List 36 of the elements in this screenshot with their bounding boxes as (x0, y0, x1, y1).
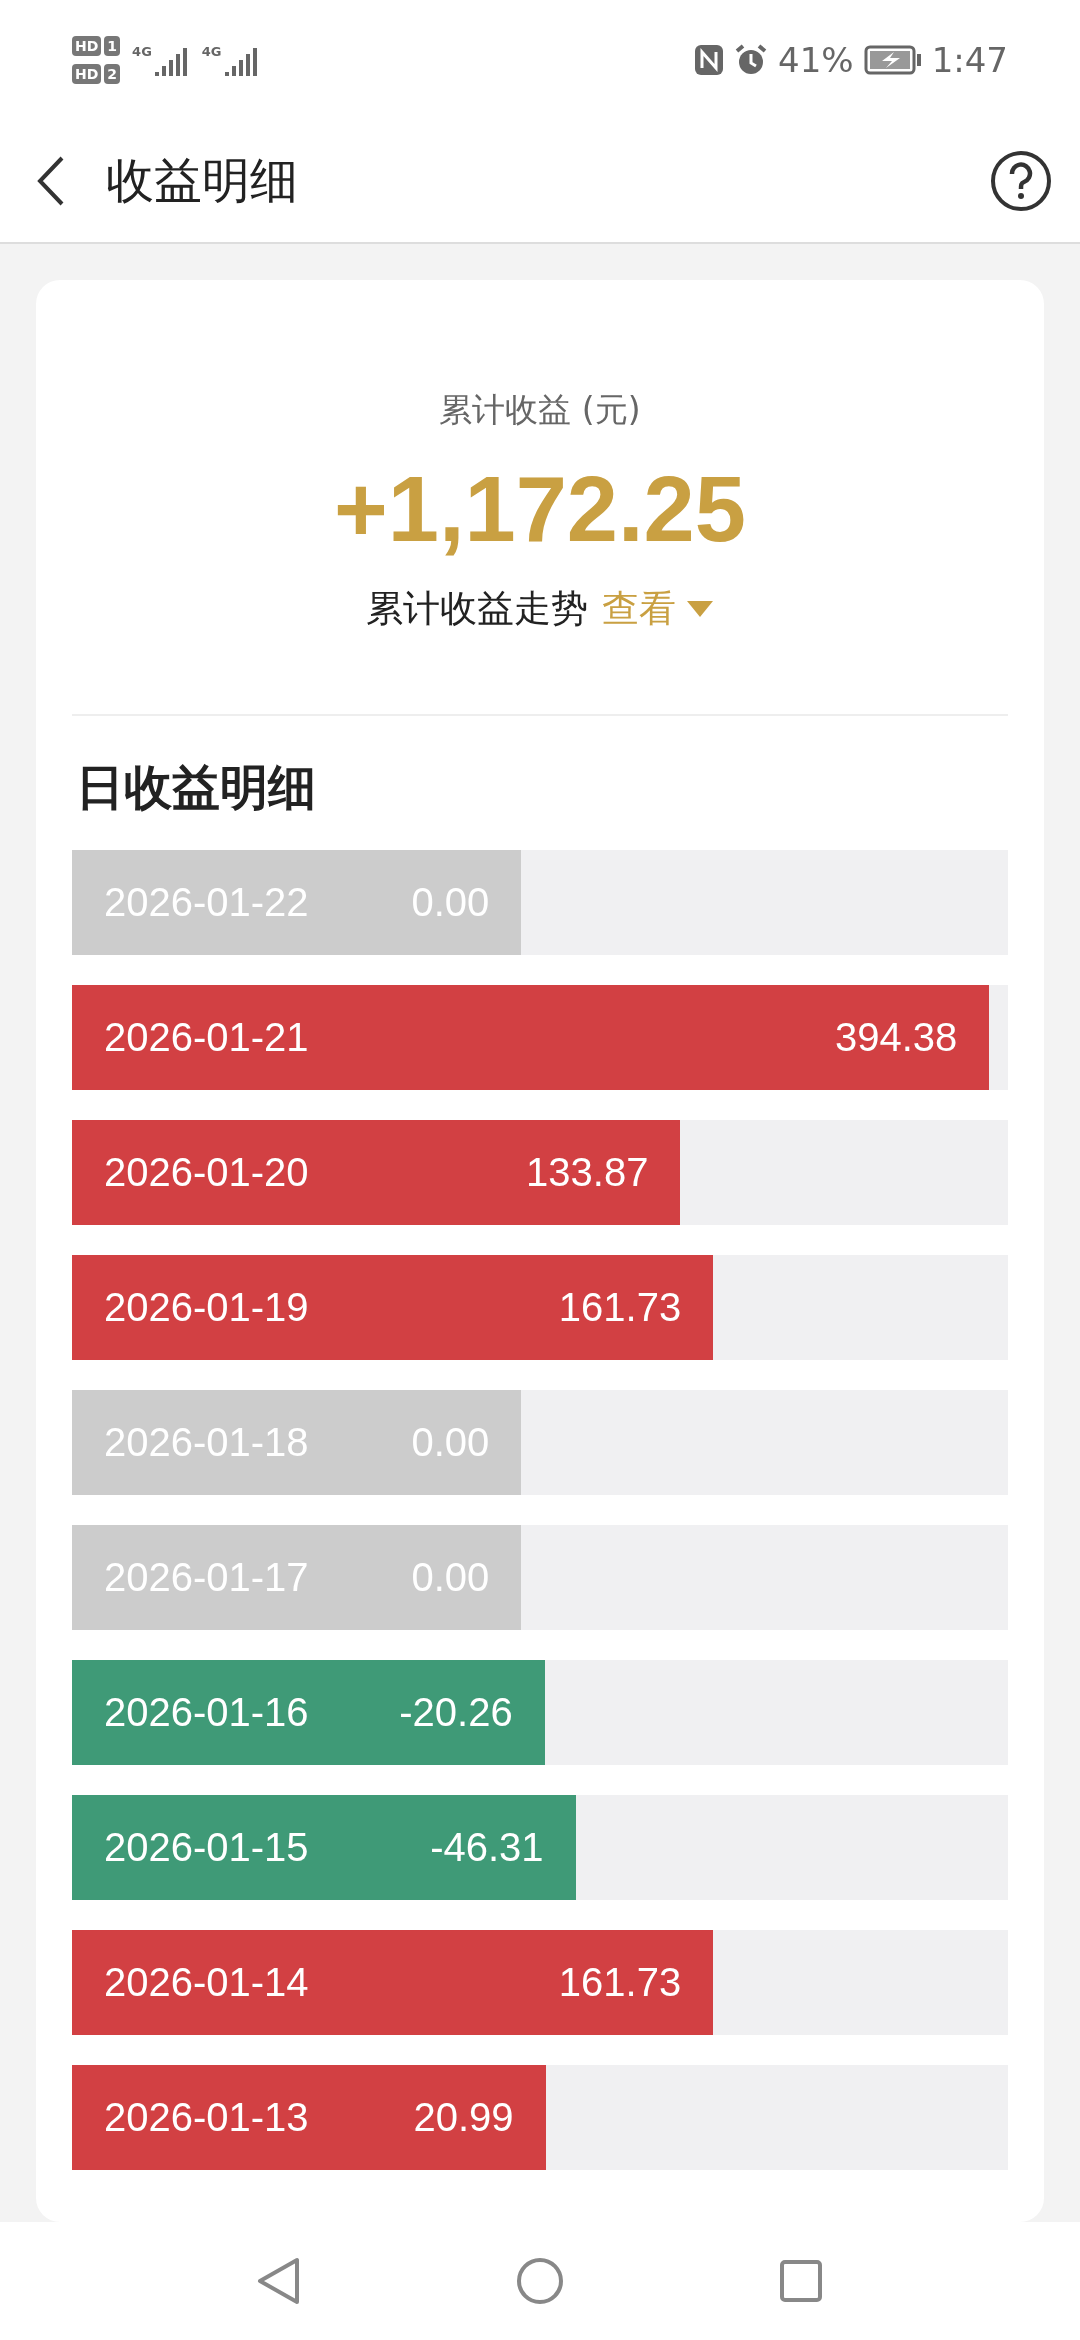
trend-label: 累计收益走势 (366, 586, 588, 632)
nfc-icon (694, 44, 725, 76)
hd-badge: HD (72, 36, 102, 56)
date-label: 2026-01-21 (104, 1015, 309, 1060)
profit-value: 161.73 (558, 1285, 682, 1330)
date-label: 2026-01-20 (104, 1150, 309, 1195)
clock-time: 1:47 (931, 40, 1008, 80)
network-type: 4G (201, 44, 222, 59)
summary-label: 累计收益 (元) (439, 389, 641, 431)
profit-value: 133.87 (526, 1150, 649, 1195)
alarm-icon (734, 43, 769, 77)
page-title: 收益明细 (106, 151, 299, 210)
date-label: 2026-01-14 (104, 1960, 309, 2005)
sim-slot-badge: 1 (104, 36, 121, 56)
profit-value: -46.31 (430, 1825, 544, 1870)
date-label: 2026-01-13 (104, 2095, 309, 2140)
dropdown-caret-icon[interactable] (686, 600, 714, 618)
profit-value: 20.99 (413, 2095, 514, 2140)
date-label: 2026-01-19 (104, 1285, 309, 1330)
battery-charging-icon (863, 45, 922, 75)
network-type: 4G (132, 44, 152, 59)
home-icon[interactable] (516, 2257, 564, 2305)
profit-value: 161.73 (558, 1960, 682, 2005)
date-label: 2026-01-15 (104, 1825, 309, 1870)
recent-apps-icon[interactable] (779, 2259, 823, 2303)
back-icon[interactable] (36, 155, 66, 207)
sim-slot-badge: 2 (104, 64, 121, 84)
hd-badge: HD (72, 64, 102, 84)
date-label: 2026-01-16 (104, 1690, 309, 1735)
view-link[interactable]: 查看 (602, 584, 714, 634)
section-title: 日收益明细 (76, 758, 317, 817)
profit-value: -20.26 (399, 1690, 513, 1735)
profit-value: 394.38 (834, 1015, 958, 1060)
total-amount: +1,172.25 (334, 457, 746, 562)
battery-percent: 41% (778, 40, 854, 80)
help-icon[interactable] (990, 150, 1052, 212)
